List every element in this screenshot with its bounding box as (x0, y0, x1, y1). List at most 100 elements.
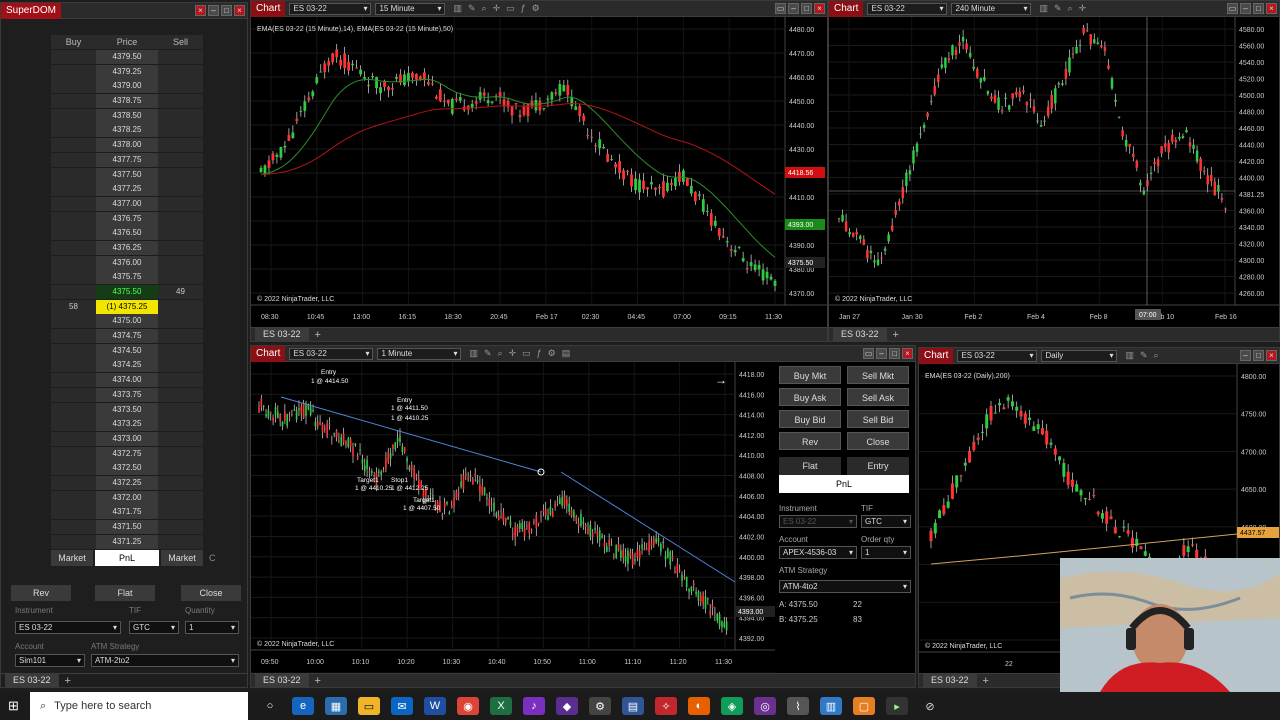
calculator-icon[interactable]: ▦ (325, 697, 347, 715)
buy-cell[interactable] (51, 79, 96, 94)
sell-bid-button[interactable]: Sell Bid (847, 410, 909, 428)
price-cell[interactable]: 4379.50 (96, 50, 158, 64)
chart1-plot[interactable]: 4480.00 4470.00 4460.00 4450.00 4440.00 4430.… (251, 17, 828, 327)
sell-cell[interactable] (158, 255, 203, 270)
chart3-plot[interactable]: 4418.00 4416.00 4414.00 4412.00 4410.00 4408.… (251, 362, 775, 672)
zoom-icon[interactable]: ⌕ (498, 348, 503, 359)
app-icon[interactable]: ✧ (655, 697, 677, 715)
close-icon[interactable]: × (1266, 350, 1277, 361)
price-cell[interactable]: 4377.75 (96, 152, 158, 167)
add-tab-icon[interactable]: + (315, 329, 321, 341)
bars-icon[interactable]: ▥ (453, 3, 462, 14)
settings-icon[interactable]: ⚙ (589, 697, 611, 715)
price-cell[interactable]: 4373.00 (96, 431, 158, 446)
price-cell[interactable]: 4378.25 (96, 123, 158, 138)
pencil-icon[interactable]: ✎ (1054, 3, 1062, 14)
sell-cell[interactable] (158, 534, 203, 549)
calendar-icon[interactable]: ▤ (622, 697, 644, 715)
buy-cell[interactable] (51, 50, 96, 64)
bars-icon[interactable]: ▥ (1125, 350, 1134, 361)
sell-cell[interactable] (158, 182, 203, 197)
flat-button[interactable]: Flat (95, 585, 155, 601)
price-cell[interactable]: 4372.75 (96, 446, 158, 461)
buy-cell[interactable] (51, 240, 96, 255)
indicator-icon[interactable]: ƒ (521, 3, 526, 14)
zoom-icon[interactable]: ⌕ (1154, 350, 1159, 361)
quantity-stepper[interactable]: 1 (185, 621, 239, 634)
add-tab-icon[interactable]: + (65, 675, 71, 687)
sell-cell[interactable]: 49 (158, 285, 203, 299)
buy-cell[interactable] (51, 417, 96, 432)
price-cell[interactable]: 4371.25 (96, 534, 158, 549)
word-icon[interactable]: W (424, 697, 446, 715)
account-select[interactable]: APEX-4536-03 (779, 546, 857, 559)
bars-icon[interactable]: ▥ (1039, 3, 1048, 14)
price-cell[interactable]: 4378.50 (96, 108, 158, 123)
sell-cell[interactable] (158, 123, 203, 138)
firefox-icon[interactable]: ◐ (688, 697, 710, 715)
close-icon[interactable]: × (814, 3, 825, 14)
sell-cell[interactable] (158, 94, 203, 109)
buy-cell[interactable] (51, 94, 96, 109)
sell-cell[interactable] (158, 167, 203, 182)
taskbar-search[interactable]: ⌕ Type here to search (30, 692, 248, 720)
close-icon[interactable]: × (902, 348, 913, 359)
buy-bid-button[interactable]: Buy Bid (779, 410, 841, 428)
maximize-icon[interactable]: □ (1253, 3, 1264, 14)
buy-cell[interactable] (51, 402, 96, 417)
price-cell[interactable]: 4374.00 (96, 373, 158, 388)
sell-cell[interactable] (158, 108, 203, 123)
sell-cell[interactable] (158, 299, 203, 314)
sell-cell[interactable] (158, 211, 203, 226)
sell-cell[interactable] (158, 314, 203, 329)
price-cell[interactable]: 4373.75 (96, 387, 158, 402)
tab-es-03-22[interactable]: ES 03-22 (5, 674, 59, 687)
close-window-icon[interactable]: × (234, 5, 245, 16)
buy-cell[interactable] (51, 182, 96, 197)
pnl-display[interactable]: PnL (779, 475, 909, 493)
obs-icon[interactable]: ◎ (754, 697, 776, 715)
windows-start-icon[interactable]: ⊞ (8, 698, 19, 714)
tab-es-03-22[interactable]: ES 03-22 (833, 328, 887, 341)
price-cell[interactable]: 4374.25 (96, 358, 158, 373)
minimize-icon[interactable]: – (208, 5, 219, 16)
buy-cell[interactable] (51, 343, 96, 358)
price-cell[interactable]: 4371.75 (96, 505, 158, 520)
pencil-icon[interactable]: ✎ (1140, 350, 1148, 361)
zoom-icon[interactable]: ⌕ (1068, 3, 1073, 14)
bars-icon[interactable]: ▥ (469, 348, 478, 359)
sell-cell[interactable] (158, 138, 203, 153)
price-cell[interactable]: (1) 4375.25 (96, 299, 158, 314)
restore-icon[interactable]: ▭ (1227, 3, 1238, 14)
buy-cell[interactable] (51, 490, 96, 505)
buy-cell[interactable] (51, 446, 96, 461)
trader-icon[interactable]: ▤ (562, 348, 571, 359)
sell-cell[interactable] (158, 50, 203, 64)
chart2-instrument-select[interactable]: ES 03-22 (867, 2, 948, 15)
chart4-instrument-select[interactable]: ES 03-22 (957, 349, 1038, 362)
price-cell[interactable]: 4376.25 (96, 240, 158, 255)
chart2-interval-select[interactable]: 240 Minute (951, 2, 1032, 15)
price-cell[interactable]: 4377.50 (96, 167, 158, 182)
buy-cell[interactable] (51, 520, 96, 534)
price-cell[interactable]: 4378.75 (96, 94, 158, 109)
maximize-icon[interactable]: □ (889, 348, 900, 359)
sell-cell[interactable] (158, 270, 203, 285)
minimize-icon[interactable]: – (1240, 350, 1251, 361)
close-button[interactable]: Close (847, 432, 909, 450)
price-cell[interactable]: 4376.75 (96, 211, 158, 226)
notepad-icon[interactable]: ▥ (820, 697, 842, 715)
crosshair-icon[interactable]: ✛ (509, 348, 517, 359)
buy-cell[interactable]: 58 (51, 299, 96, 314)
buy-cell[interactable] (51, 123, 96, 138)
sell-cell[interactable] (158, 152, 203, 167)
strategy-icon[interactable]: ⚙ (548, 348, 556, 359)
buy-cell[interactable] (51, 138, 96, 153)
buy-cell[interactable] (51, 534, 96, 549)
maps-icon[interactable]: ◈ (721, 697, 743, 715)
buy-cell[interactable] (51, 226, 96, 241)
price-cell[interactable]: 4376.50 (96, 226, 158, 241)
order-qty-stepper[interactable]: 1 (861, 546, 911, 559)
minimize-icon[interactable]: – (788, 3, 799, 14)
sell-mkt-button[interactable]: Sell Mkt (847, 366, 909, 384)
